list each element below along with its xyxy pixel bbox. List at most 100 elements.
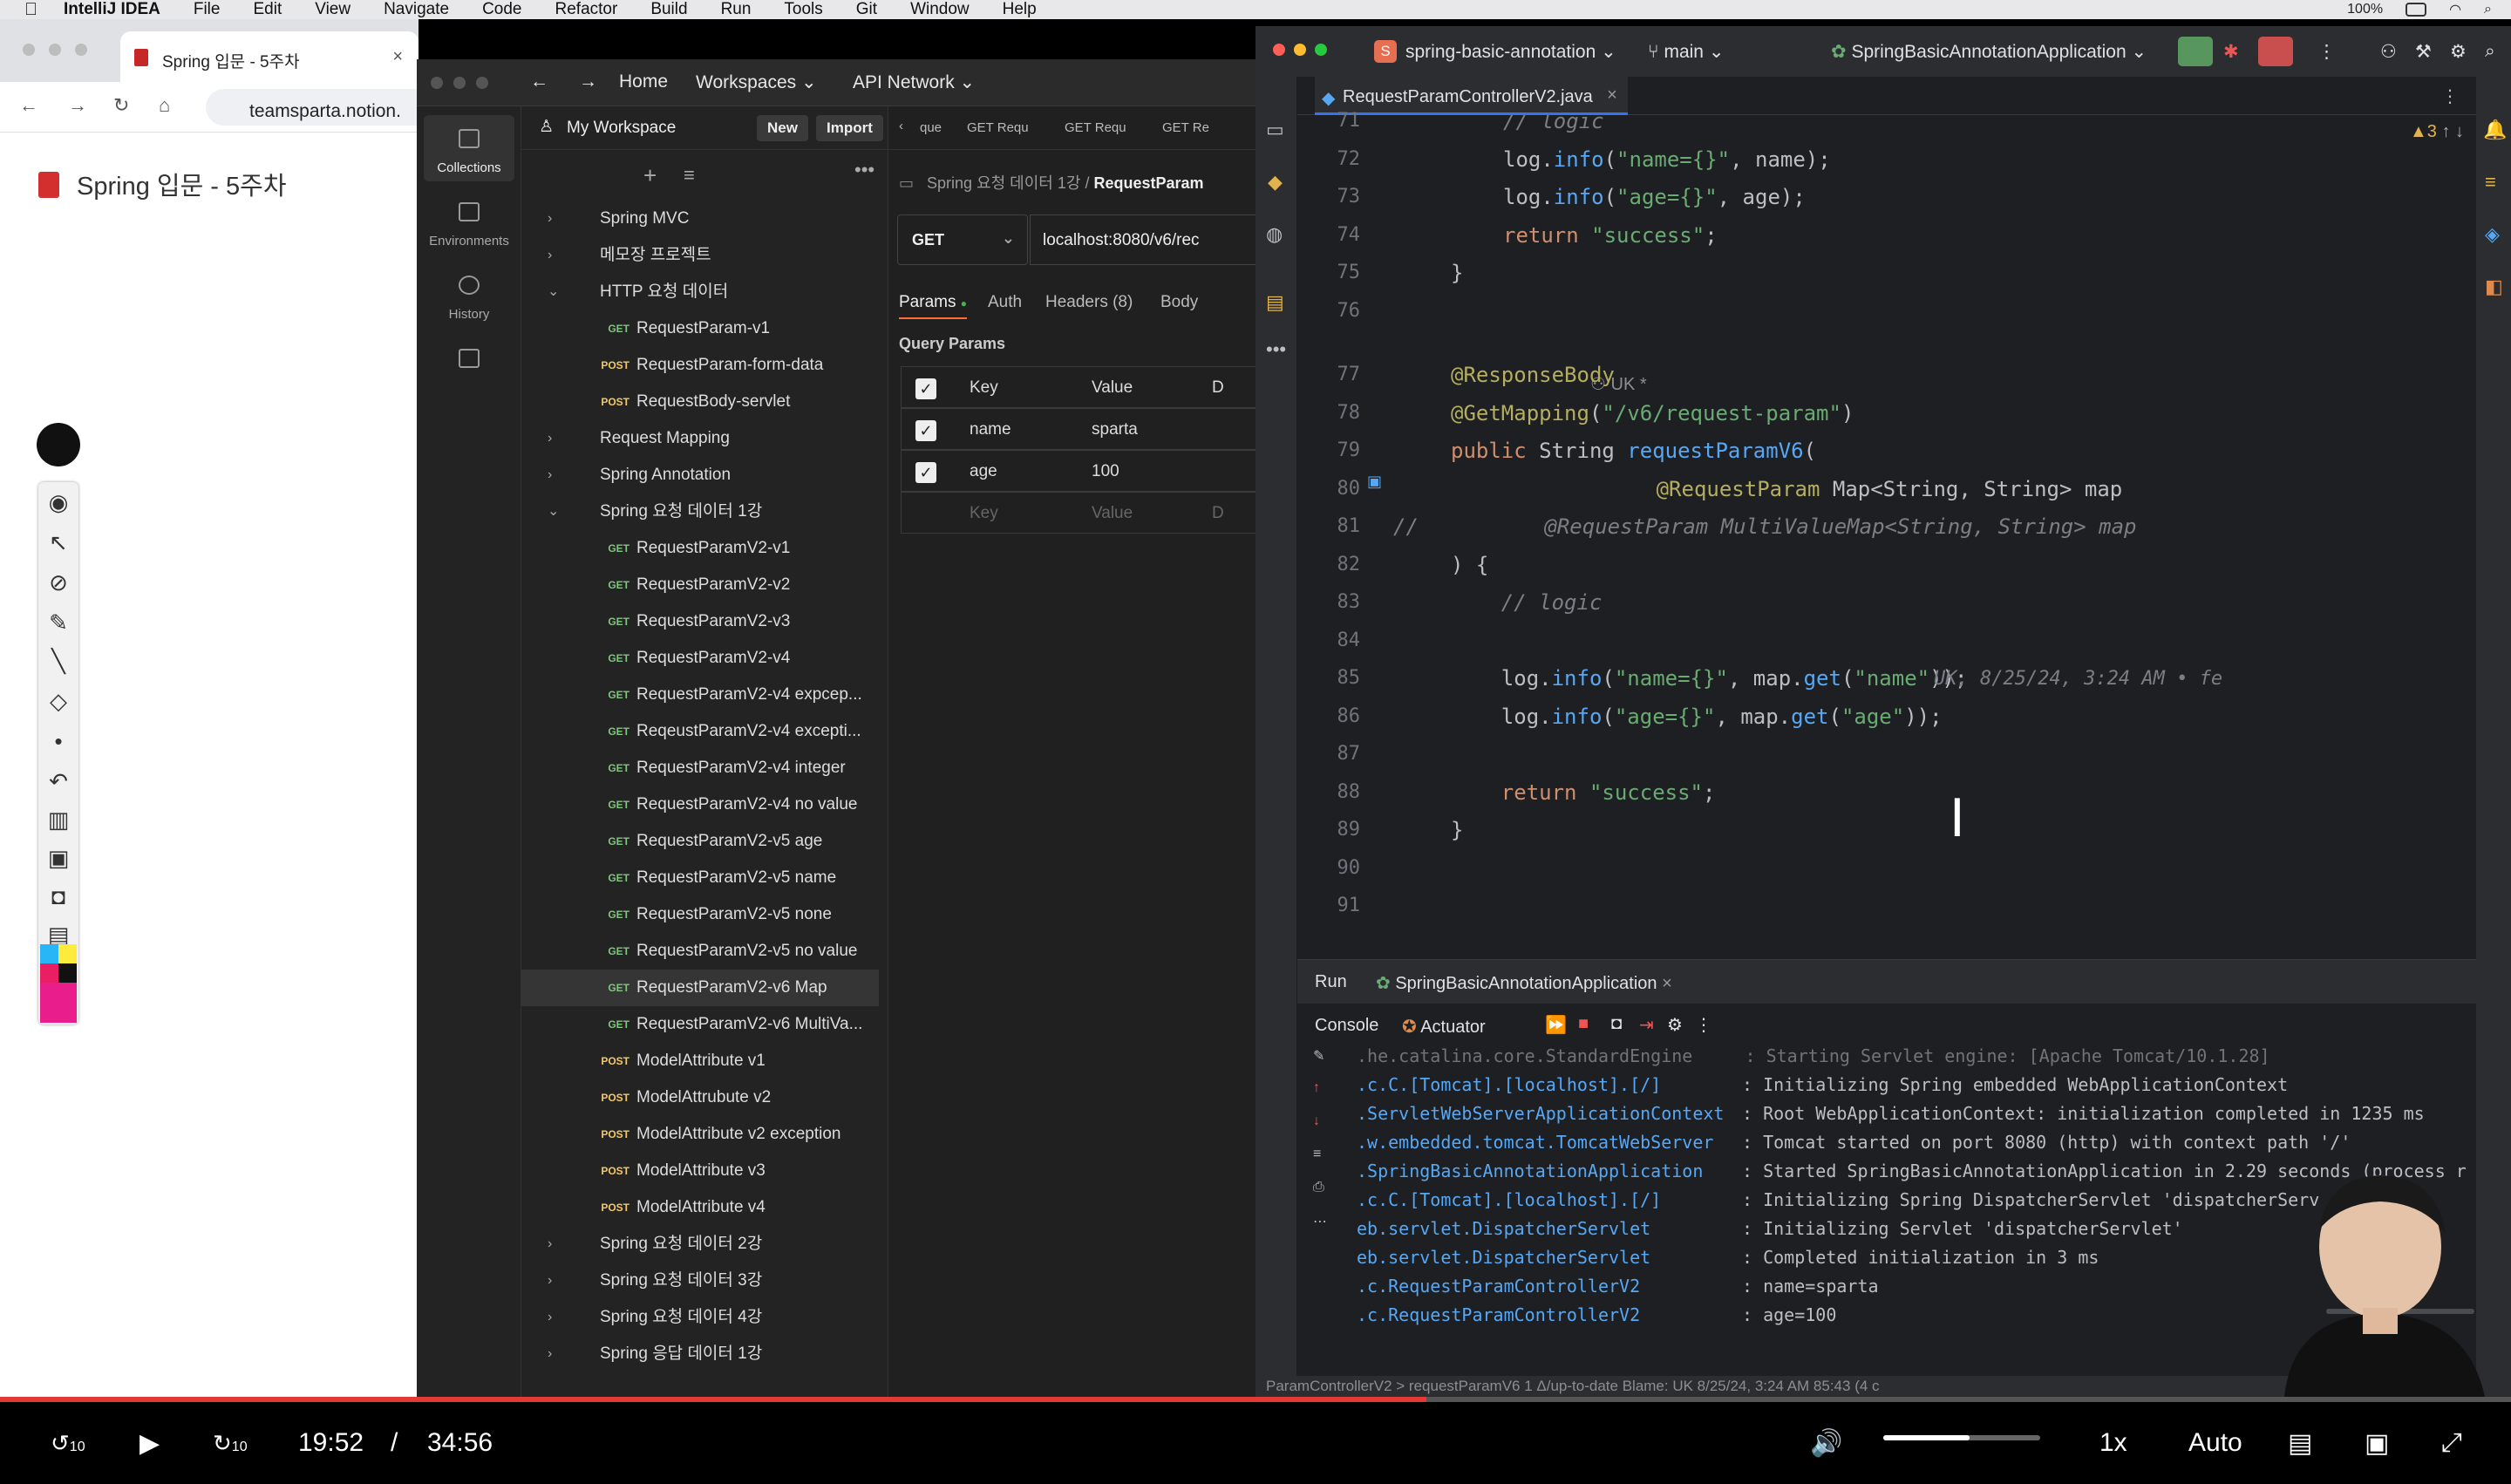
request-item[interactable]: GET RequestParamV2-v5 name bbox=[521, 860, 879, 896]
rerun-icon[interactable]: ⏩ bbox=[1545, 1014, 1567, 1036]
more-icon[interactable]: ••• bbox=[854, 159, 874, 181]
back-arrow-icon[interactable]: ← bbox=[19, 94, 38, 117]
request-item[interactable]: POST ModelAttribute v3 bbox=[521, 1153, 879, 1189]
run-tab-label[interactable]: Run bbox=[1315, 972, 1347, 992]
home-icon[interactable]: ⌂ bbox=[159, 94, 170, 117]
skip-forward-button[interactable]: ↻10 bbox=[213, 1430, 248, 1457]
chevron-right-icon[interactable]: › bbox=[548, 237, 552, 274]
collection-folder[interactable]: › Spring MVC bbox=[521, 201, 879, 237]
dot-icon[interactable]: • bbox=[46, 730, 71, 752]
annotation-logo-icon[interactable] bbox=[37, 423, 80, 466]
method-select[interactable]: GET ⌄ bbox=[897, 214, 1028, 265]
code-line[interactable]: public String requestParamV6( bbox=[1451, 432, 1816, 470]
code-line[interactable]: @RequestParam Map<String, String> map bbox=[1555, 471, 2123, 508]
chevron-right-icon[interactable]: › bbox=[548, 1336, 552, 1372]
menu-item[interactable]: Tools bbox=[784, 0, 822, 19]
captions-icon[interactable]: ▤ bbox=[2288, 1428, 2312, 1459]
request-item[interactable]: GET RequestParamV2-v6 Map bbox=[521, 970, 879, 1006]
menu-item[interactable]: Help bbox=[1003, 0, 1037, 19]
speed-button[interactable]: 1x bbox=[2099, 1428, 2127, 1458]
video-progress-bar[interactable] bbox=[0, 1397, 2511, 1402]
tab-scroll-left-icon[interactable]: ‹ bbox=[899, 119, 903, 133]
tab-headers[interactable]: Headers (8) bbox=[1045, 293, 1133, 312]
actuator-tab[interactable]: ✪ Actuator bbox=[1402, 1016, 1486, 1038]
request-item[interactable]: POST ModelAttrubute v2 bbox=[521, 1079, 879, 1116]
pointer-icon[interactable]: ↖ bbox=[46, 531, 71, 554]
plugin-icon[interactable]: ◧ bbox=[2485, 276, 2503, 298]
param-key-placeholder[interactable]: Key bbox=[970, 493, 998, 534]
pip-icon[interactable]: ▣ bbox=[2365, 1428, 2389, 1459]
undo-icon[interactable]: ↶ bbox=[46, 770, 71, 793]
chevron-right-icon[interactable]: › bbox=[548, 201, 552, 237]
run-button[interactable] bbox=[2178, 37, 2213, 66]
more-tools-icon[interactable]: ••• bbox=[1266, 338, 1286, 361]
window-close-button[interactable] bbox=[23, 44, 35, 56]
quality-button[interactable]: Auto bbox=[2188, 1428, 2242, 1458]
camera-icon[interactable]: ◘ bbox=[46, 885, 71, 908]
laser-icon[interactable]: ⊘ bbox=[46, 571, 71, 594]
request-item[interactable]: GET RequestParamV2-v5 age bbox=[521, 823, 879, 860]
github-icon[interactable]: ◍ bbox=[1266, 223, 1283, 246]
tab-params[interactable]: Params ● bbox=[899, 293, 967, 319]
code-line[interactable]: log.info("age={}", map.get("age")); bbox=[1451, 698, 1943, 736]
ai-assistant-icon[interactable]: ◈ bbox=[2485, 223, 2500, 246]
param-checkbox[interactable]: ✓ bbox=[915, 420, 936, 441]
request-item[interactable]: GET RequestParamV2-v6 MultiVa... bbox=[521, 1006, 879, 1043]
request-item[interactable]: GET RequestParamV2-v5 no value bbox=[521, 933, 879, 970]
tab-body[interactable]: Body bbox=[1160, 293, 1198, 312]
request-tab[interactable]: que bbox=[920, 120, 942, 135]
menu-item[interactable]: Edit bbox=[253, 0, 282, 19]
search-icon[interactable]: ⌕ bbox=[2484, 2, 2492, 17]
menu-item[interactable]: Navigate bbox=[384, 0, 449, 19]
address-bar[interactable]: teamsparta.notion. bbox=[206, 89, 432, 126]
param-row[interactable]: ✓ name sparta bbox=[901, 408, 1267, 450]
param-row-empty[interactable]: Key Value D bbox=[901, 492, 1267, 534]
select-all-checkbox[interactable]: ✓ bbox=[915, 378, 936, 399]
code-editor[interactable]: ▲3 ↑ ↓ ⚇ UK * // logic log.info("name={}"… bbox=[1393, 115, 2476, 968]
debug-icon[interactable]: ✱ bbox=[2223, 41, 2239, 63]
collection-folder[interactable]: ⌄ Spring 요청 데이터 1강 bbox=[521, 494, 879, 530]
rail-collections[interactable]: Collections bbox=[424, 115, 514, 181]
notes-icon[interactable]: ▤ bbox=[46, 923, 71, 946]
param-desc-placeholder[interactable]: D bbox=[1212, 493, 1224, 534]
request-item[interactable]: GET ReqeustParamV2-v4 excepti... bbox=[521, 713, 879, 750]
url-input[interactable]: localhost:8080/v6/rec bbox=[1030, 214, 1258, 265]
request-item[interactable]: POST ModelAttribute v1 bbox=[521, 1043, 879, 1079]
project-selector[interactable]: spring-basic-annotation ⌄ bbox=[1405, 41, 1616, 63]
menu-item[interactable]: Build bbox=[650, 0, 687, 19]
screenshot-icon[interactable]: ◘ bbox=[1611, 1014, 1622, 1034]
notifications-icon[interactable]: 🔔 bbox=[2483, 119, 2507, 141]
code-line[interactable]: // logic bbox=[1503, 115, 1604, 140]
request-tab[interactable]: GET Re bbox=[1162, 120, 1209, 135]
request-item[interactable]: GET RequestParamV2-v5 none bbox=[521, 896, 879, 933]
collection-folder[interactable]: › Spring 요청 데이터 2강 bbox=[521, 1226, 879, 1263]
code-line[interactable]: @ResponseBody bbox=[1451, 357, 1615, 394]
trash-icon[interactable]: ▥ bbox=[46, 808, 71, 831]
code-line[interactable]: log.info("age={}", age); bbox=[1503, 179, 1806, 216]
request-item[interactable]: GET RequestParamV2-v4 bbox=[521, 640, 879, 677]
code-line[interactable]: return "success"; bbox=[1503, 217, 1718, 255]
rail-history[interactable]: History bbox=[424, 262, 514, 328]
settings-gear-icon[interactable]: ⚙ bbox=[2450, 41, 2467, 63]
request-item[interactable]: POST ModelAttribute v2 exception bbox=[521, 1116, 879, 1153]
collection-folder[interactable]: › 메모장 프로젝트 bbox=[521, 237, 879, 274]
pen-icon[interactable]: ╲ bbox=[46, 650, 71, 672]
code-line[interactable]: ) { bbox=[1451, 547, 1488, 584]
more-icon[interactable]: ⋯ bbox=[1313, 1213, 1327, 1230]
eye-icon[interactable]: ◉ bbox=[46, 491, 71, 514]
pm-back-icon[interactable]: ← bbox=[530, 71, 548, 92]
chevron-right-icon[interactable]: › bbox=[548, 457, 552, 494]
menu-item[interactable]: Refactor bbox=[555, 0, 618, 19]
exit-icon[interactable]: ⇥ bbox=[1639, 1014, 1654, 1036]
menu-item[interactable]: Code bbox=[482, 0, 521, 19]
rail-apps[interactable] bbox=[424, 335, 514, 401]
request-item[interactable]: POST ModelAttribute v4 bbox=[521, 1189, 879, 1226]
print-icon[interactable]: ⎙ bbox=[1313, 1180, 1324, 1195]
pm-minimize-button[interactable] bbox=[453, 77, 466, 89]
whiteboard-icon[interactable]: ▣ bbox=[46, 847, 71, 869]
skip-back-button[interactable]: ↺10 bbox=[51, 1430, 85, 1457]
nav-workspaces[interactable]: Workspaces ⌄ bbox=[696, 71, 817, 93]
menu-item[interactable]: View bbox=[315, 0, 350, 19]
param-checkbox[interactable]: ✓ bbox=[915, 462, 936, 483]
ide-zoom-button[interactable] bbox=[1315, 44, 1327, 56]
